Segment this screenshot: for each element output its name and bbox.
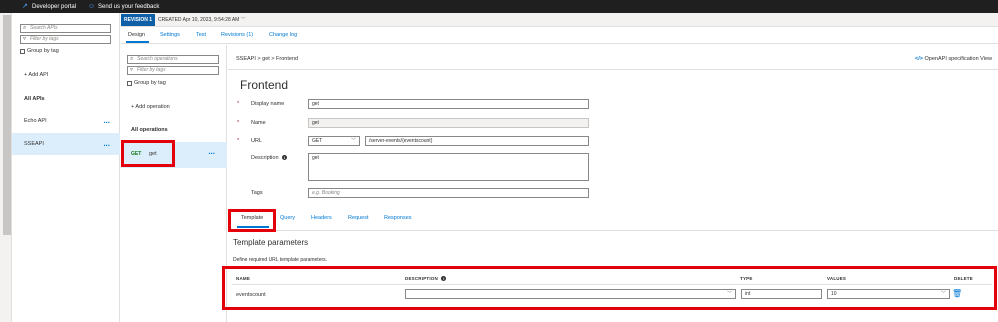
filter-tags-placeholder: Filter by tags bbox=[30, 36, 59, 42]
breadcrumb: SSEAPI > get > Frontend bbox=[236, 56, 299, 62]
chevron-down-icon: ﹀ bbox=[240, 17, 246, 23]
api-item-sseapi[interactable]: SSEAPI ... bbox=[12, 133, 120, 155]
feedback-label: Send us your feedback bbox=[98, 3, 160, 10]
section-title-frontend: Frontend bbox=[240, 78, 289, 92]
name-input[interactable]: get bbox=[308, 118, 589, 128]
tab-headers[interactable]: Headers bbox=[311, 215, 332, 221]
required-mark: * bbox=[237, 138, 240, 144]
required-mark: * bbox=[237, 101, 240, 107]
api-item-label: Echo API bbox=[24, 118, 47, 124]
highlight-get-operation bbox=[121, 140, 175, 167]
search-apis-placeholder: Search APIs bbox=[30, 25, 58, 31]
divider bbox=[228, 230, 998, 231]
highlight-template-tab bbox=[228, 209, 276, 232]
group-by-tag-label: Group by tag bbox=[134, 80, 166, 86]
search-apis-input[interactable]: ⌕ Search APIs bbox=[20, 24, 111, 33]
tab-request[interactable]: Request bbox=[348, 215, 369, 221]
top-bar: ↗ Developer portal ☺ Send us your feedba… bbox=[0, 0, 998, 13]
search-icon: ⌕ bbox=[130, 56, 134, 62]
operations-panel: ⌕ Search operations ▿ Filter by tags Gro… bbox=[121, 45, 227, 322]
developer-portal-link[interactable]: ↗ Developer portal bbox=[22, 3, 76, 10]
filter-tags-input[interactable]: ▿ Filter by tags bbox=[20, 35, 111, 44]
checkbox-box bbox=[20, 48, 25, 54]
api-item-label: SSEAPI bbox=[24, 141, 44, 147]
tab-responses[interactable]: Responses bbox=[384, 215, 412, 221]
required-mark: * bbox=[237, 120, 240, 126]
url-label: * URL bbox=[237, 138, 263, 144]
feedback-link[interactable]: ☺ Send us your feedback bbox=[88, 3, 159, 10]
name-label-text: Name bbox=[251, 120, 266, 126]
design-tabs: Design Settings Test Revisions (1) Chang… bbox=[121, 27, 998, 44]
api-item-echo[interactable]: Echo API ... bbox=[12, 110, 120, 132]
filter-tags-input[interactable]: ▿ Filter by tags bbox=[127, 66, 219, 75]
add-api-button[interactable]: + Add API bbox=[24, 72, 48, 78]
highlight-template-parameters-table bbox=[222, 266, 997, 310]
tab-change-log[interactable]: Change log bbox=[269, 32, 297, 38]
tab-design[interactable]: Design bbox=[128, 32, 145, 38]
template-parameters-description: Define required URL template parameters. bbox=[233, 257, 328, 263]
more-options-icon[interactable]: ... bbox=[103, 110, 110, 132]
tab-settings[interactable]: Settings bbox=[160, 32, 180, 38]
description-label-text: Description bbox=[251, 155, 279, 161]
tags-label: Tags bbox=[251, 190, 263, 196]
all-apis-heading: All APIs bbox=[24, 96, 45, 102]
api-list-panel: ⌕ Search APIs ▿ Filter by tags Group by … bbox=[12, 13, 120, 322]
active-tab-indicator bbox=[126, 41, 149, 43]
url-label-text: URL bbox=[251, 138, 263, 144]
info-icon[interactable]: i bbox=[282, 155, 288, 161]
tab-test[interactable]: Test bbox=[196, 32, 206, 38]
display-name-input[interactable]: get bbox=[308, 99, 589, 109]
url-method-value: GET bbox=[312, 138, 323, 144]
feedback-icon: ☺ bbox=[88, 3, 96, 10]
search-operations-input[interactable]: ⌕ Search operations bbox=[127, 55, 219, 64]
revision-badge[interactable]: REVISION 1 bbox=[121, 14, 155, 26]
tab-revisions[interactable]: Revisions (1) bbox=[221, 32, 253, 38]
add-operation-button[interactable]: + Add operation bbox=[131, 104, 170, 110]
url-method-select[interactable]: GET ﹀ bbox=[308, 136, 360, 146]
revision-created-text: CREATED Apr 10, 2023, 9:54:28 AM bbox=[158, 17, 240, 23]
scrollbar[interactable] bbox=[3, 15, 11, 235]
search-operations-placeholder: Search operations bbox=[137, 56, 178, 62]
display-name-label-text: Display name bbox=[251, 101, 285, 107]
group-by-tag-checkbox[interactable]: Group by tag bbox=[127, 80, 166, 86]
description-label: Description i bbox=[251, 155, 288, 161]
developer-portal-label: Developer portal bbox=[32, 3, 77, 10]
tags-input[interactable]: e.g. Booking bbox=[308, 188, 589, 198]
url-template-input[interactable]: /server-events/{eventscount} bbox=[365, 136, 589, 146]
name-label: * Name bbox=[237, 120, 266, 126]
more-options-icon[interactable]: ... bbox=[103, 133, 110, 155]
revision-bar: REVISION 1 CREATED Apr 10, 2023, 9:54:28… bbox=[121, 13, 998, 27]
openapi-link-label: OpenAPI specification View bbox=[924, 56, 992, 62]
group-by-tag-label: Group by tag bbox=[27, 48, 59, 54]
search-icon: ⌕ bbox=[23, 25, 27, 31]
external-link-icon: ↗ bbox=[22, 3, 28, 10]
description-textarea[interactable]: get bbox=[308, 153, 589, 181]
chevron-down-icon: ﹀ bbox=[350, 138, 356, 144]
filter-icon: ▿ bbox=[130, 67, 134, 73]
revision-created[interactable]: CREATED Apr 10, 2023, 9:54:28 AM ﹀ bbox=[158, 16, 246, 23]
group-by-tag-checkbox[interactable]: Group by tag bbox=[20, 48, 59, 54]
tab-query[interactable]: Query bbox=[280, 215, 295, 221]
divider bbox=[228, 69, 998, 70]
display-name-label: * Display name bbox=[237, 101, 285, 107]
more-options-icon[interactable]: ... bbox=[208, 147, 215, 156]
filter-icon: ▿ bbox=[23, 36, 27, 42]
template-parameters-title: Template parameters bbox=[233, 238, 309, 247]
filter-tags-placeholder: Filter by tags bbox=[137, 67, 166, 73]
openapi-spec-view-link[interactable]: </> OpenAPI specification View bbox=[915, 56, 992, 62]
all-operations-heading: All operations bbox=[131, 127, 168, 133]
code-icon: </> bbox=[915, 56, 923, 62]
checkbox-box bbox=[127, 80, 132, 86]
